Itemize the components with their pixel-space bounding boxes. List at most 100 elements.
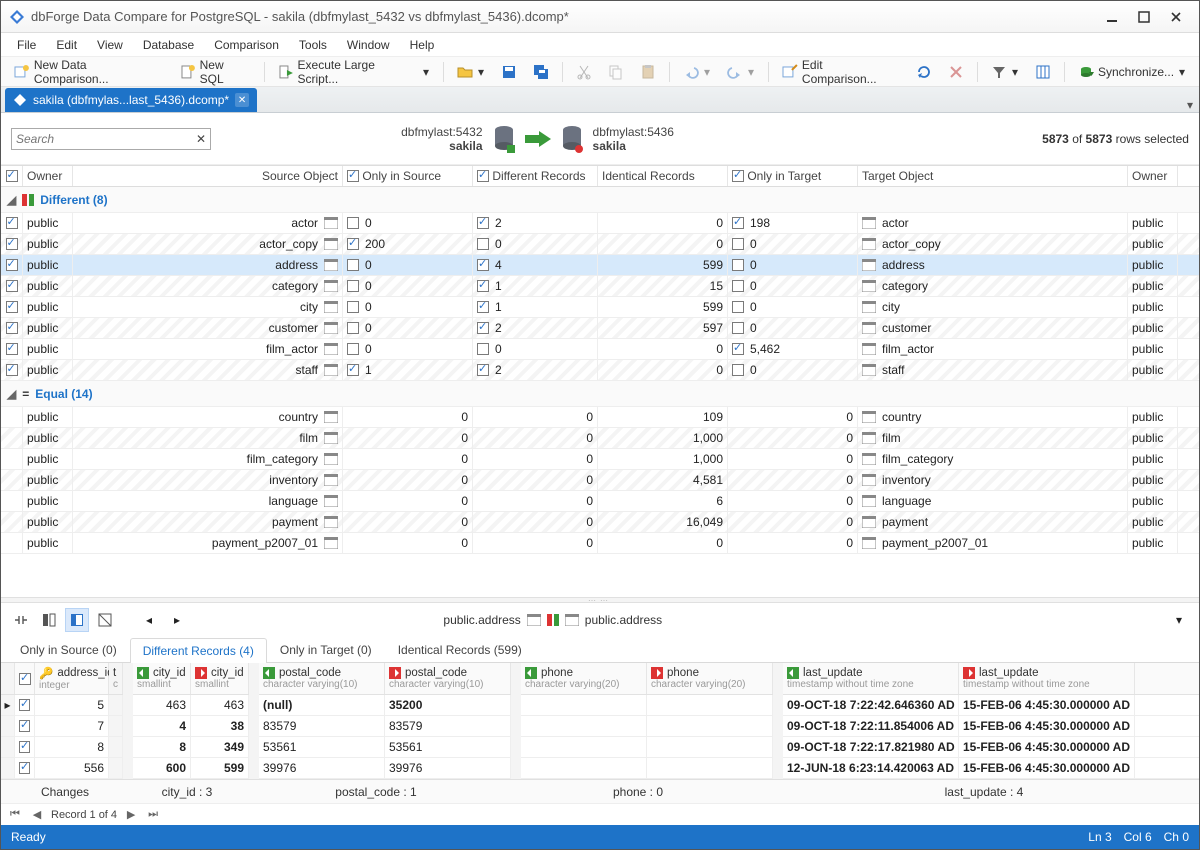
group-different[interactable]: ◢ Different (8) — [1, 187, 1199, 213]
select-all-checkbox[interactable] — [6, 170, 18, 182]
col-source-object[interactable]: Source Object — [73, 166, 343, 186]
diff-row-checkbox[interactable] — [19, 720, 30, 732]
only-source-checkbox[interactable] — [347, 322, 359, 334]
diff-row-checkbox[interactable] — [19, 762, 30, 774]
diff-row[interactable]: 09-OCT-18 7:22:17.821980 AD15-FEB-06 4:4… — [783, 737, 1199, 758]
col-different[interactable]: Different Records — [473, 166, 598, 186]
execute-large-script-button[interactable]: Execute Large Script...▾ — [271, 60, 437, 84]
only-target-checkbox[interactable] — [732, 301, 744, 313]
save-all-button[interactable] — [526, 60, 556, 84]
tab-identical[interactable]: Identical Records (599) — [385, 637, 535, 662]
only-target-checkbox[interactable] — [732, 259, 744, 271]
col-owner2[interactable]: Owner — [1128, 166, 1178, 186]
only-target-checkbox[interactable] — [732, 238, 744, 250]
diff-row[interactable] — [521, 695, 773, 716]
clear-search-button[interactable]: ✕ — [192, 132, 210, 146]
col-owner[interactable]: Owner — [23, 166, 73, 186]
close-tab-button[interactable]: ✕ — [235, 93, 249, 107]
refresh-button[interactable] — [909, 60, 939, 84]
table-row[interactable]: publiccategory01150categorypublic — [1, 276, 1199, 297]
view-mode-2-button[interactable] — [37, 608, 61, 632]
only-source-checkbox[interactable] — [347, 364, 359, 376]
col-phone-src[interactable]: phonecharacter varying(20) — [521, 663, 647, 694]
table-row[interactable]: publicactor_copy200000actor_copypublic — [1, 234, 1199, 255]
menu-comparison[interactable]: Comparison — [204, 35, 289, 55]
different-checkbox[interactable] — [477, 217, 489, 229]
diff-row[interactable]: 556 — [1, 758, 123, 779]
last-record-button[interactable]: ⏭ — [145, 807, 161, 823]
menu-tools[interactable]: Tools — [289, 35, 337, 55]
only-target-checkbox[interactable] — [732, 280, 744, 292]
copy-button[interactable] — [601, 60, 631, 84]
only-target-checkbox[interactable] — [732, 322, 744, 334]
menu-edit[interactable]: Edit — [46, 35, 87, 55]
prev-record-button[interactable]: ◀ — [29, 807, 45, 823]
different-checkbox[interactable] — [477, 364, 489, 376]
only-target-checkbox[interactable] — [732, 343, 744, 355]
view-mode-1-button[interactable] — [9, 608, 33, 632]
next-record-button[interactable]: ▶ — [123, 807, 139, 823]
diff-row[interactable]: 7 — [1, 716, 123, 737]
col-city-id-tgt[interactable]: city_idsmallint — [191, 663, 249, 694]
synchronize-button[interactable]: Synchronize...▾ — [1071, 60, 1193, 84]
only-source-checkbox[interactable] — [347, 301, 359, 313]
col-postal-tgt[interactable]: postal_codecharacter varying(10) — [385, 663, 511, 694]
diff-row[interactable] — [521, 758, 773, 779]
prev-diff-button[interactable]: ◂ — [137, 608, 161, 632]
col-target-object[interactable]: Target Object — [858, 166, 1128, 186]
col-t[interactable]: tcter varying(20) — [109, 663, 123, 694]
tab-only-source[interactable]: Only in Source (0) — [7, 637, 130, 662]
paste-button[interactable] — [633, 60, 663, 84]
different-checkbox[interactable] — [477, 343, 489, 355]
cut-button[interactable] — [569, 60, 599, 84]
table-row[interactable]: publicaddress045990addresspublic — [1, 255, 1199, 276]
menu-database[interactable]: Database — [133, 35, 204, 55]
diff-row[interactable]: 600599 — [133, 758, 249, 779]
col-only-target[interactable]: Only in Target — [728, 166, 858, 186]
col-identical[interactable]: Identical Records — [598, 166, 728, 186]
table-row[interactable]: publicpayment0016,0490paymentpublic — [1, 512, 1199, 533]
diff-row[interactable]: ▸5 — [1, 695, 123, 716]
only-source-checkbox[interactable] — [347, 280, 359, 292]
row-checkbox[interactable] — [6, 259, 18, 271]
difference-grid[interactable]: 🔑address_idinteger tcter varying(20) ▸57… — [1, 663, 1199, 779]
only-source-checkbox[interactable] — [347, 343, 359, 355]
table-row[interactable]: publicactor020198actorpublic — [1, 213, 1199, 234]
only-source-checkbox[interactable] — [347, 238, 359, 250]
new-sql-button[interactable]: New SQL — [173, 60, 258, 84]
edit-comparison-button[interactable]: Edit Comparison... — [775, 60, 907, 84]
tab-different[interactable]: Different Records (4) — [130, 638, 267, 663]
table-row[interactable]: publicfilm_category001,0000film_category… — [1, 449, 1199, 470]
diff-row[interactable]: 8349 — [133, 737, 249, 758]
col-phone-tgt[interactable]: phonecharacter varying(20) — [647, 663, 773, 694]
diff-row[interactable]: 438 — [133, 716, 249, 737]
row-checkbox[interactable] — [6, 217, 18, 229]
diff-row[interactable]: (null)35200 — [259, 695, 511, 716]
menu-help[interactable]: Help — [400, 35, 445, 55]
only-target-checkbox[interactable] — [732, 217, 744, 229]
close-button[interactable] — [1161, 7, 1191, 27]
diff-row[interactable]: 12-JUN-18 6:23:14.420063 AD15-FEB-06 4:4… — [783, 758, 1199, 779]
col-last-update-tgt[interactable]: last_updatetimestamp without time zone — [959, 663, 1135, 694]
columns-button[interactable] — [1028, 60, 1058, 84]
row-checkbox[interactable] — [6, 301, 18, 313]
different-checkbox[interactable] — [477, 322, 489, 334]
comparison-grid[interactable]: Owner Source Object Only in Source Diffe… — [1, 165, 1199, 597]
document-tab[interactable]: sakila (dbfmylas...last_5436).dcomp* ✕ — [5, 88, 257, 112]
different-checkbox[interactable] — [477, 301, 489, 313]
minimize-button[interactable] — [1097, 7, 1127, 27]
diff-row[interactable]: 5356153561 — [259, 737, 511, 758]
diff-row[interactable] — [521, 737, 773, 758]
tab-overflow-button[interactable]: ▾ — [1187, 98, 1193, 112]
row-checkbox[interactable] — [6, 322, 18, 334]
diff-row-checkbox[interactable] — [19, 741, 30, 753]
maximize-button[interactable] — [1129, 7, 1159, 27]
table-row[interactable]: publiccustomer025970customerpublic — [1, 318, 1199, 339]
undo-button[interactable]: ▾ — [676, 60, 718, 84]
table-row[interactable]: publicfilm001,0000filmpublic — [1, 428, 1199, 449]
table-row[interactable]: publicpayment_p2007_010000payment_p2007_… — [1, 533, 1199, 554]
next-diff-button[interactable]: ▸ — [165, 608, 189, 632]
menu-file[interactable]: File — [7, 35, 46, 55]
table-row[interactable]: publicstaff1200staffpublic — [1, 360, 1199, 381]
tab-only-target[interactable]: Only in Target (0) — [267, 637, 385, 662]
